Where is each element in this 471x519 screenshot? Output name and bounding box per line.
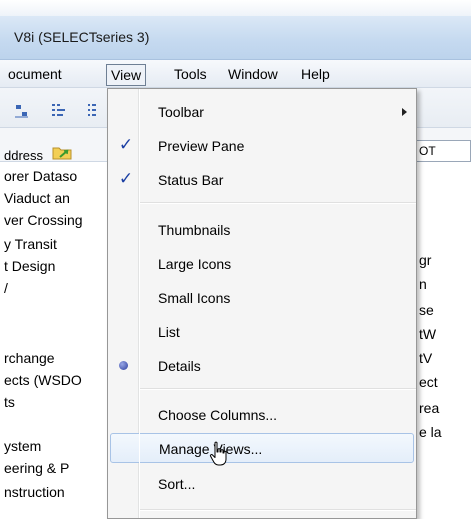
menu-item-status-bar[interactable]: ✓ Status Bar xyxy=(110,165,414,195)
details-cell[interactable]: gr xyxy=(419,252,431,268)
tree-item[interactable]: eering & P xyxy=(4,460,69,476)
menu-help[interactable]: Help xyxy=(297,64,334,86)
submenu-arrow-icon xyxy=(402,108,407,116)
tree-item[interactable]: rchange xyxy=(4,350,55,366)
checkmark-icon: ✓ xyxy=(118,135,134,154)
tree-item[interactable]: ystem xyxy=(4,438,41,454)
menu-separator xyxy=(140,202,416,204)
menu-item-label: Thumbnails xyxy=(158,222,231,238)
details-pane: gr n se tW tV ect rea e la xyxy=(414,162,471,519)
tree-item[interactable]: nstruction xyxy=(4,484,65,500)
menu-item-manage-views[interactable]: Manage Views... xyxy=(110,433,414,463)
list-view-icon[interactable] xyxy=(50,102,74,118)
sort-by-name-icon[interactable] xyxy=(14,104,36,118)
details-cell[interactable]: rea xyxy=(419,400,439,416)
tree-item[interactable]: Viaduct an xyxy=(4,190,70,206)
hand-cursor-icon xyxy=(209,441,227,466)
details-cell[interactable]: tV xyxy=(419,350,432,366)
details-cell[interactable]: ect xyxy=(419,374,438,390)
menu-tools[interactable]: Tools xyxy=(170,64,211,86)
menu-separator xyxy=(140,509,416,511)
tree-item[interactable]: ver Crossing xyxy=(4,212,83,228)
menu-item-toolbar[interactable]: Toolbar xyxy=(110,97,414,127)
window-top-edge xyxy=(0,0,471,16)
menu-item-thumbnails[interactable]: Thumbnails xyxy=(110,215,414,245)
menu-document[interactable]: ocument xyxy=(4,64,66,86)
details-view-icon[interactable] xyxy=(86,102,98,118)
tree-item[interactable]: orer Dataso xyxy=(4,168,77,184)
tree-item[interactable]: / xyxy=(4,280,8,296)
menu-item-choose-columns[interactable]: Choose Columns... xyxy=(110,400,414,430)
menu-item-large-icons[interactable]: Large Icons xyxy=(110,249,414,279)
menu-item-details[interactable]: Details xyxy=(110,351,414,381)
menu-item-small-icons[interactable]: Small Icons xyxy=(110,283,414,313)
menu-item-label: Details xyxy=(158,358,201,374)
menu-view[interactable]: View xyxy=(106,64,147,86)
checkmark-icon: ✓ xyxy=(118,169,134,188)
tree-item[interactable]: y Transit xyxy=(4,236,57,252)
details-cell[interactable]: tW xyxy=(419,326,436,342)
menu-item-sort[interactable]: Sort... xyxy=(110,469,414,499)
menu-window[interactable]: Window xyxy=(224,64,282,86)
menu-bar: ocument View Tools Window Help xyxy=(0,60,471,88)
tree-item[interactable]: ects (WSDO xyxy=(4,372,82,388)
menu-item-list[interactable]: List xyxy=(110,317,414,347)
tree-item[interactable]: t Design xyxy=(4,258,55,274)
menu-item-label: Small Icons xyxy=(158,290,231,306)
menu-separator xyxy=(140,388,416,390)
radio-bullet-icon xyxy=(119,361,128,370)
menu-item-label: Toolbar xyxy=(158,104,204,120)
menu-item-label: Choose Columns... xyxy=(158,407,278,423)
menu-item-label: Sort... xyxy=(158,476,196,492)
address-label: ddress xyxy=(4,148,44,163)
details-cell[interactable]: e la xyxy=(419,424,442,440)
menu-item-preview-pane[interactable]: ✓ Preview Pane xyxy=(110,131,414,161)
folder-up-icon[interactable] xyxy=(52,145,72,160)
menu-item-label: Large Icons xyxy=(158,256,232,272)
menu-item-label: List xyxy=(158,324,180,340)
menu-item-label: Status Bar xyxy=(158,172,224,188)
right-header-field[interactable]: OT xyxy=(414,140,471,162)
details-cell[interactable]: se xyxy=(419,302,434,318)
datasource-tree: orer Dataso Viaduct an ver Crossing y Tr… xyxy=(0,162,108,519)
tree-item[interactable]: ts xyxy=(4,394,15,410)
window-title: V8i (SELECTseries 3) xyxy=(14,29,150,45)
details-cell[interactable]: n xyxy=(419,276,427,292)
view-menu-dropdown: Toolbar ✓ Preview Pane ✓ Status Bar Thum… xyxy=(107,88,417,519)
menu-item-label: Preview Pane xyxy=(158,138,245,154)
